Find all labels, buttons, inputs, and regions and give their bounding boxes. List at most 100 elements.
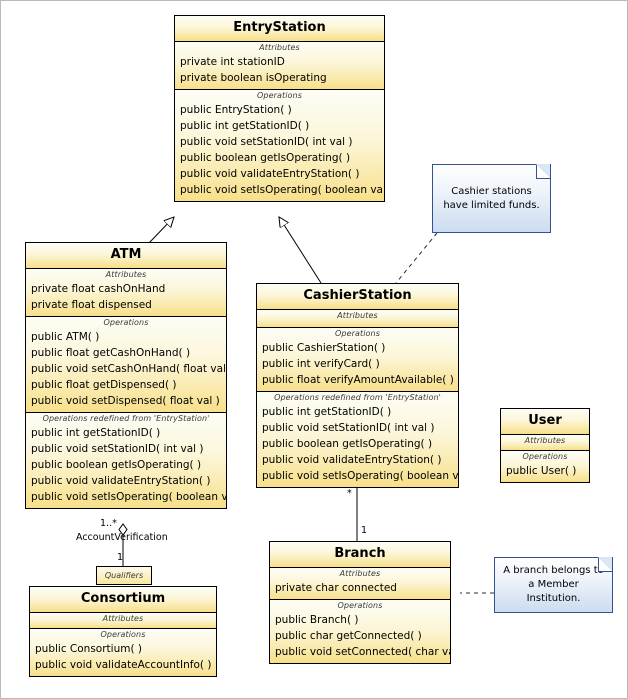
generalization-cashierstation-entrystation	[279, 217, 322, 284]
attribute-item: private float cashOnHand	[31, 283, 166, 296]
operation-item: public void setConnected( char val )	[275, 645, 450, 658]
class-name: Branch	[334, 546, 386, 561]
operation-item: public void setCashOnHand( float val )	[31, 362, 226, 375]
note-text: A branch belongs to a Member Institution…	[503, 565, 604, 604]
qualifier-box-account-verification[interactable]: Qualifiers	[96, 566, 152, 585]
operations-label: Operations	[103, 318, 149, 328]
attribute-list: private char connected	[270, 580, 450, 599]
attribute-item: private float dispensed	[31, 299, 152, 312]
class-cashierstation-name-compartment: CashierStation	[257, 284, 458, 311]
operation-item: public void setStationID( int val )	[262, 421, 435, 434]
attribute-list	[257, 322, 458, 327]
operation-item: public ATM( )	[31, 330, 100, 343]
association-label-account-verification: AccountVerification	[76, 532, 168, 543]
attribute-item: private boolean isOperating	[180, 72, 327, 85]
operation-item: public float getCashOnHand( )	[31, 346, 191, 359]
operation-item: public void validateEntryStation( )	[262, 453, 442, 466]
attributes-label: Attributes	[105, 270, 147, 280]
class-branch-attributes-compartment: Attributes private char connected	[270, 568, 450, 601]
class-consortium[interactable]: Consortium Attributes Operations public …	[29, 586, 217, 677]
operation-list: public Consortium( ) public void validat…	[30, 641, 216, 676]
note-branch-member[interactable]: A branch belongs to a Member Institution…	[494, 557, 613, 613]
attributes-label: Attributes	[524, 436, 566, 446]
class-consortium-attributes-compartment: Attributes	[30, 613, 216, 630]
class-entrystation-attributes-compartment: Attributes private int stationID private…	[175, 42, 384, 91]
attributes-label: Attributes	[259, 43, 300, 53]
operation-item: public float verifyAmountAvailable( )	[262, 373, 454, 386]
note-link-cashier-funds	[395, 232, 438, 284]
operation-item: public boolean getIsOperating( )	[180, 151, 351, 164]
operations-label: Operations	[337, 601, 383, 611]
redefined-operations-label: Operations redefined from 'EntryStation'	[42, 413, 210, 423]
class-name: CashierStation	[303, 288, 412, 303]
class-atm-attributes-compartment: Attributes private float cashOnHand priv…	[26, 269, 226, 318]
class-atm-operations-compartment: Operations public ATM( ) public float ge…	[26, 317, 226, 413]
redefined-operations-label: Operations redefined from 'EntryStation'	[274, 392, 441, 402]
operation-item: public void setIsOperating( boolean val …	[31, 490, 226, 503]
class-user-operations-compartment: Operations public User( )	[501, 451, 589, 482]
class-consortium-name-compartment: Consortium	[30, 587, 216, 614]
operation-item: public int getStationID( )	[262, 405, 392, 418]
operation-item: public boolean getIsOperating( )	[262, 437, 433, 450]
class-entrystation-operations-compartment: Operations public EntryStation( ) public…	[175, 90, 384, 201]
class-name: ATM	[110, 247, 142, 262]
operation-list: public CashierStation( ) public int veri…	[257, 340, 458, 391]
operation-item: public float getDispensed( )	[31, 378, 177, 391]
uml-class-diagram-canvas: EntryStation Attributes private int stat…	[0, 0, 628, 699]
operation-item: public int getStationID( )	[31, 426, 161, 439]
class-atm[interactable]: ATM Attributes private float cashOnHand …	[25, 242, 227, 509]
operation-item: public void setStationID( int val )	[31, 442, 204, 455]
operation-item: public void setStationID( int val )	[180, 135, 353, 148]
generalization-atm-entrystation	[148, 217, 174, 244]
attribute-list: private int stationID private boolean is…	[175, 54, 384, 89]
class-cashierstation-attributes-compartment: Attributes	[257, 310, 458, 329]
operations-label: Operations	[257, 91, 302, 101]
note-cashier-funds[interactable]: Cashier stations have limited funds.	[432, 164, 551, 233]
note-text: Cashier stations have limited funds.	[443, 185, 540, 211]
class-branch-operations-compartment: Operations public Branch( ) public char …	[270, 600, 450, 663]
attributes-label: Attributes	[339, 569, 381, 579]
operation-list: public Branch( ) public char getConnecte…	[270, 612, 450, 663]
multiplicity-consortium-end: 1	[117, 552, 124, 563]
class-cashierstation[interactable]: CashierStation Attributes Operations pub…	[256, 283, 459, 488]
operations-label: Operations	[335, 329, 380, 339]
operation-item: public void setDispensed( float val )	[31, 394, 220, 407]
multiplicity-branch-end: 1	[361, 525, 368, 536]
operation-item: public Branch( )	[275, 613, 359, 626]
attribute-list	[501, 447, 589, 450]
operation-item: public void validateEntryStation( )	[180, 167, 360, 180]
operation-item: public CashierStation( )	[262, 341, 386, 354]
class-name: EntryStation	[233, 20, 326, 35]
operation-item: public EntryStation( )	[180, 103, 292, 116]
class-entrystation[interactable]: EntryStation Attributes private int stat…	[174, 15, 385, 202]
attributes-label: Attributes	[102, 614, 144, 624]
qualifier-label: Qualifiers	[104, 571, 144, 580]
class-atm-name-compartment: ATM	[26, 243, 226, 270]
class-atm-redefined-compartment: Operations redefined from 'EntryStation'…	[26, 412, 226, 508]
operation-item: public User( )	[506, 464, 577, 477]
multiplicity-atm-end: 1..*	[100, 518, 117, 529]
class-user-attributes-compartment: Attributes	[501, 435, 589, 452]
class-name: User	[528, 413, 562, 428]
operations-label: Operations	[100, 630, 146, 640]
attribute-list: private float cashOnHand private float d…	[26, 281, 226, 316]
class-name: Consortium	[80, 591, 166, 606]
class-branch-name-compartment: Branch	[270, 542, 450, 569]
class-user[interactable]: User Attributes Operations public User( …	[500, 408, 590, 483]
attribute-list	[30, 625, 216, 628]
note-fold-corner-icon	[598, 557, 612, 572]
redefined-operation-list: public int getStationID( ) public void s…	[257, 404, 458, 487]
operation-item: public int verifyCard( )	[262, 357, 380, 370]
multiplicity-cashierstation-end: *	[347, 488, 352, 499]
redefined-operation-list: public int getStationID( ) public void s…	[26, 425, 226, 508]
operation-item: public boolean getIsOperating( )	[31, 458, 202, 471]
operation-list: public User( )	[501, 463, 589, 482]
operation-item: public Consortium( )	[35, 642, 142, 655]
operation-list: public ATM( ) public float getCashOnHand…	[26, 329, 226, 412]
class-cashierstation-redefined-compartment: Operations redefined from 'EntryStation'…	[257, 391, 458, 487]
operation-item: public void validateAccountInfo( )	[35, 658, 212, 671]
class-branch[interactable]: Branch Attributes private char connected…	[269, 541, 451, 664]
class-consortium-operations-compartment: Operations public Consortium( ) public v…	[30, 629, 216, 676]
class-entrystation-name-compartment: EntryStation	[175, 16, 384, 43]
attribute-item: private char connected	[275, 582, 397, 595]
